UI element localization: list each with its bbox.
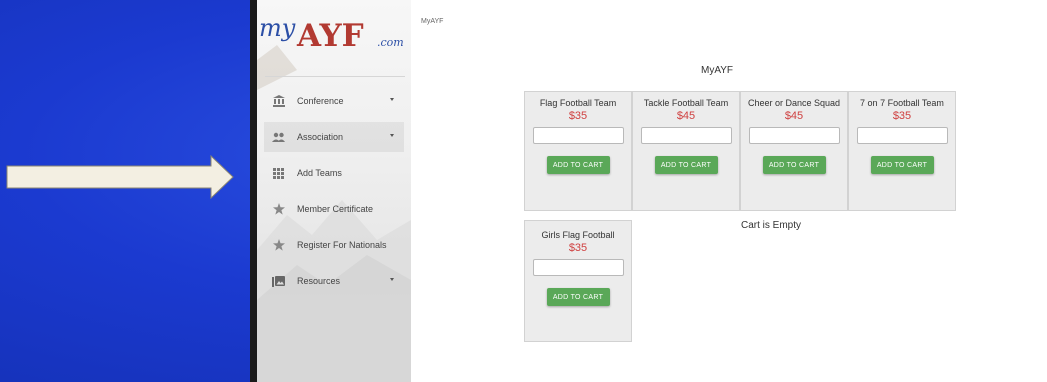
sidebar: my AYF .com Conference Association Add T… xyxy=(257,0,411,382)
product-name: 7 on 7 Football Team xyxy=(860,98,944,108)
product-price: $35 xyxy=(568,110,588,122)
sidebar-item-label: Conference xyxy=(297,96,344,106)
quantity-input[interactable] xyxy=(532,127,624,144)
quantity-input[interactable] xyxy=(532,259,624,276)
quantity-input[interactable] xyxy=(640,127,732,144)
product-card-cheer-or-dance-squad: Cheer or Dance Squad $45 ADD TO CART xyxy=(740,91,848,211)
sidebar-item-label: Register For Nationals xyxy=(297,240,387,250)
quantity-input[interactable] xyxy=(748,127,840,144)
sidebar-item-association[interactable]: Association xyxy=(264,122,404,152)
product-name: Girls Flag Football xyxy=(541,230,615,240)
main-content: MyAYF MyAYF Flag Football Team $35 ADD T… xyxy=(411,0,1047,382)
product-price: $35 xyxy=(892,110,912,122)
product-card-tackle-football-team: Tackle Football Team $45 ADD TO CART xyxy=(632,91,740,211)
photo-library-icon xyxy=(272,275,285,288)
add-to-cart-button[interactable]: ADD TO CART xyxy=(654,156,718,174)
product-price: $35 xyxy=(568,242,588,254)
sidebar-item-label: Member Certificate xyxy=(297,204,374,214)
svg-text:AYF: AYF xyxy=(296,18,364,54)
sidebar-nav: Conference Association Add Teams Member … xyxy=(264,86,404,302)
breadcrumb[interactable]: MyAYF xyxy=(421,18,443,25)
sidebar-item-label: Add Teams xyxy=(297,168,342,178)
sidebar-item-conference[interactable]: Conference xyxy=(264,86,404,116)
sidebar-item-add-teams[interactable]: Add Teams xyxy=(264,158,404,188)
grid-icon xyxy=(272,167,285,180)
sidebar-item-member-certificate[interactable]: Member Certificate xyxy=(264,194,404,224)
caret-down-icon xyxy=(390,98,394,101)
quantity-input[interactable] xyxy=(856,127,948,144)
star-icon xyxy=(272,239,285,252)
pointer-arrow xyxy=(6,155,234,199)
sidebar-item-label: Resources xyxy=(297,276,341,286)
svg-text:my: my xyxy=(259,14,296,42)
product-name: Tackle Football Team xyxy=(643,98,729,108)
product-card-flag-football-team: Flag Football Team $35 ADD TO CART xyxy=(524,91,632,211)
product-price: $45 xyxy=(676,110,696,122)
product-card-7-on-7-football-team: 7 on 7 Football Team $35 ADD TO CART xyxy=(848,91,956,211)
product-name: Cheer or Dance Squad xyxy=(747,98,841,108)
add-to-cart-button[interactable]: ADD TO CART xyxy=(762,156,826,174)
people-icon xyxy=(272,131,285,144)
cart-status: Cart is Empty xyxy=(741,220,802,231)
product-price: $45 xyxy=(784,110,804,122)
add-to-cart-button[interactable]: ADD TO CART xyxy=(870,156,934,174)
add-to-cart-button[interactable]: ADD TO CART xyxy=(546,288,610,306)
product-name: Flag Football Team xyxy=(539,98,617,108)
sidebar-item-register-for-nationals[interactable]: Register For Nationals xyxy=(264,230,404,260)
page-title: MyAYF xyxy=(701,65,734,76)
sidebar-item-label: Association xyxy=(297,132,344,142)
sidebar-item-resources[interactable]: Resources xyxy=(264,266,404,296)
svg-text:.com: .com xyxy=(377,36,404,49)
caret-down-icon xyxy=(390,134,394,137)
institution-icon xyxy=(272,95,285,108)
caret-down-icon xyxy=(390,278,394,281)
logo-divider xyxy=(265,76,405,77)
product-card-girls-flag-football: Girls Flag Football $35 ADD TO CART xyxy=(524,220,632,342)
star-icon xyxy=(272,203,285,216)
myayf-logo[interactable]: my AYF .com xyxy=(259,6,409,56)
sidebar-edge xyxy=(250,0,257,382)
add-to-cart-button[interactable]: ADD TO CART xyxy=(546,156,610,174)
